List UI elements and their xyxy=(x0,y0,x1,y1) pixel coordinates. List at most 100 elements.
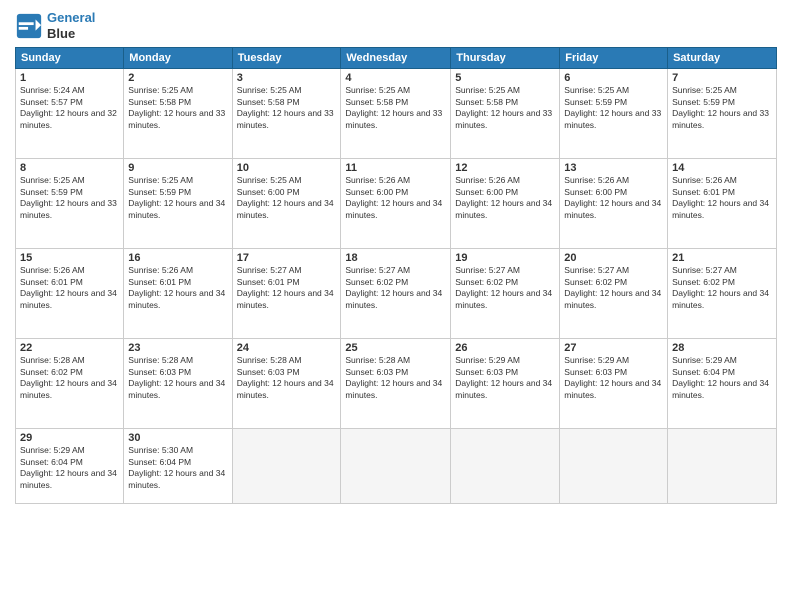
calendar-cell xyxy=(451,429,560,504)
calendar-cell: 16 Sunrise: 5:26 AM Sunset: 6:01 PM Dayl… xyxy=(124,249,232,339)
calendar-cell: 14 Sunrise: 5:26 AM Sunset: 6:01 PM Dayl… xyxy=(668,159,777,249)
col-saturday: Saturday xyxy=(668,48,777,69)
day-number: 18 xyxy=(345,252,446,264)
calendar-cell: 29 Sunrise: 5:29 AM Sunset: 6:04 PM Dayl… xyxy=(16,429,124,504)
col-tuesday: Tuesday xyxy=(232,48,341,69)
day-info: Sunrise: 5:24 AM Sunset: 5:57 PM Dayligh… xyxy=(20,85,119,131)
day-number: 14 xyxy=(672,162,772,174)
day-number: 16 xyxy=(128,252,227,264)
header-row: General Blue xyxy=(15,10,777,41)
calendar-cell: 26 Sunrise: 5:29 AM Sunset: 6:03 PM Dayl… xyxy=(451,339,560,429)
day-number: 13 xyxy=(564,162,663,174)
calendar-cell: 10 Sunrise: 5:25 AM Sunset: 6:00 PM Dayl… xyxy=(232,159,341,249)
calendar-cell: 6 Sunrise: 5:25 AM Sunset: 5:59 PM Dayli… xyxy=(560,69,668,159)
calendar-cell: 24 Sunrise: 5:28 AM Sunset: 6:03 PM Dayl… xyxy=(232,339,341,429)
day-info: Sunrise: 5:26 AM Sunset: 6:01 PM Dayligh… xyxy=(128,265,227,311)
day-info: Sunrise: 5:27 AM Sunset: 6:02 PM Dayligh… xyxy=(672,265,772,311)
day-number: 10 xyxy=(237,162,337,174)
calendar-cell: 19 Sunrise: 5:27 AM Sunset: 6:02 PM Dayl… xyxy=(451,249,560,339)
calendar-cell: 5 Sunrise: 5:25 AM Sunset: 5:58 PM Dayli… xyxy=(451,69,560,159)
calendar-cell xyxy=(341,429,451,504)
col-friday: Friday xyxy=(560,48,668,69)
calendar-cell xyxy=(232,429,341,504)
day-info: Sunrise: 5:28 AM Sunset: 6:02 PM Dayligh… xyxy=(20,355,119,401)
day-number: 21 xyxy=(672,252,772,264)
calendar-table: Sunday Monday Tuesday Wednesday Thursday… xyxy=(15,47,777,504)
day-number: 30 xyxy=(128,432,227,444)
day-info: Sunrise: 5:27 AM Sunset: 6:02 PM Dayligh… xyxy=(455,265,555,311)
col-wednesday: Wednesday xyxy=(341,48,451,69)
calendar-cell: 12 Sunrise: 5:26 AM Sunset: 6:00 PM Dayl… xyxy=(451,159,560,249)
calendar-cell: 4 Sunrise: 5:25 AM Sunset: 5:58 PM Dayli… xyxy=(341,69,451,159)
day-info: Sunrise: 5:25 AM Sunset: 5:58 PM Dayligh… xyxy=(128,85,227,131)
day-number: 20 xyxy=(564,252,663,264)
calendar-cell: 30 Sunrise: 5:30 AM Sunset: 6:04 PM Dayl… xyxy=(124,429,232,504)
day-info: Sunrise: 5:25 AM Sunset: 5:58 PM Dayligh… xyxy=(345,85,446,131)
day-info: Sunrise: 5:28 AM Sunset: 6:03 PM Dayligh… xyxy=(345,355,446,401)
day-number: 15 xyxy=(20,252,119,264)
week-row: 15 Sunrise: 5:26 AM Sunset: 6:01 PM Dayl… xyxy=(16,249,777,339)
day-info: Sunrise: 5:25 AM Sunset: 5:59 PM Dayligh… xyxy=(672,85,772,131)
day-number: 25 xyxy=(345,342,446,354)
day-number: 11 xyxy=(345,162,446,174)
calendar-cell: 17 Sunrise: 5:27 AM Sunset: 6:01 PM Dayl… xyxy=(232,249,341,339)
calendar-cell: 1 Sunrise: 5:24 AM Sunset: 5:57 PM Dayli… xyxy=(16,69,124,159)
day-number: 17 xyxy=(237,252,337,264)
day-info: Sunrise: 5:26 AM Sunset: 6:00 PM Dayligh… xyxy=(345,175,446,221)
calendar-cell: 2 Sunrise: 5:25 AM Sunset: 5:58 PM Dayli… xyxy=(124,69,232,159)
calendar-cell: 13 Sunrise: 5:26 AM Sunset: 6:00 PM Dayl… xyxy=(560,159,668,249)
day-info: Sunrise: 5:25 AM Sunset: 5:59 PM Dayligh… xyxy=(128,175,227,221)
day-info: Sunrise: 5:29 AM Sunset: 6:04 PM Dayligh… xyxy=(672,355,772,401)
day-number: 3 xyxy=(237,72,337,84)
day-number: 2 xyxy=(128,72,227,84)
day-number: 1 xyxy=(20,72,119,84)
logo-text: General Blue xyxy=(47,10,95,41)
day-info: Sunrise: 5:25 AM Sunset: 5:58 PM Dayligh… xyxy=(237,85,337,131)
day-info: Sunrise: 5:29 AM Sunset: 6:03 PM Dayligh… xyxy=(564,355,663,401)
col-sunday: Sunday xyxy=(16,48,124,69)
logo-icon xyxy=(15,12,43,40)
col-thursday: Thursday xyxy=(451,48,560,69)
day-number: 5 xyxy=(455,72,555,84)
calendar-cell xyxy=(560,429,668,504)
calendar-cell: 9 Sunrise: 5:25 AM Sunset: 5:59 PM Dayli… xyxy=(124,159,232,249)
day-number: 27 xyxy=(564,342,663,354)
day-number: 29 xyxy=(20,432,119,444)
day-number: 7 xyxy=(672,72,772,84)
calendar-cell: 20 Sunrise: 5:27 AM Sunset: 6:02 PM Dayl… xyxy=(560,249,668,339)
calendar-cell: 25 Sunrise: 5:28 AM Sunset: 6:03 PM Dayl… xyxy=(341,339,451,429)
day-number: 8 xyxy=(20,162,119,174)
week-row: 1 Sunrise: 5:24 AM Sunset: 5:57 PM Dayli… xyxy=(16,69,777,159)
day-number: 23 xyxy=(128,342,227,354)
day-number: 4 xyxy=(345,72,446,84)
calendar-cell: 11 Sunrise: 5:26 AM Sunset: 6:00 PM Dayl… xyxy=(341,159,451,249)
week-row: 8 Sunrise: 5:25 AM Sunset: 5:59 PM Dayli… xyxy=(16,159,777,249)
logo: General Blue xyxy=(15,10,95,41)
calendar-cell: 27 Sunrise: 5:29 AM Sunset: 6:03 PM Dayl… xyxy=(560,339,668,429)
day-info: Sunrise: 5:29 AM Sunset: 6:04 PM Dayligh… xyxy=(20,445,119,491)
calendar-cell: 23 Sunrise: 5:28 AM Sunset: 6:03 PM Dayl… xyxy=(124,339,232,429)
calendar-cell: 21 Sunrise: 5:27 AM Sunset: 6:02 PM Dayl… xyxy=(668,249,777,339)
day-info: Sunrise: 5:26 AM Sunset: 6:00 PM Dayligh… xyxy=(564,175,663,221)
day-number: 26 xyxy=(455,342,555,354)
day-info: Sunrise: 5:27 AM Sunset: 6:02 PM Dayligh… xyxy=(345,265,446,311)
calendar-cell xyxy=(668,429,777,504)
day-info: Sunrise: 5:25 AM Sunset: 5:59 PM Dayligh… xyxy=(20,175,119,221)
day-number: 19 xyxy=(455,252,555,264)
day-info: Sunrise: 5:28 AM Sunset: 6:03 PM Dayligh… xyxy=(237,355,337,401)
day-info: Sunrise: 5:26 AM Sunset: 6:01 PM Dayligh… xyxy=(672,175,772,221)
day-info: Sunrise: 5:28 AM Sunset: 6:03 PM Dayligh… xyxy=(128,355,227,401)
day-info: Sunrise: 5:27 AM Sunset: 6:02 PM Dayligh… xyxy=(564,265,663,311)
day-info: Sunrise: 5:25 AM Sunset: 6:00 PM Dayligh… xyxy=(237,175,337,221)
day-info: Sunrise: 5:29 AM Sunset: 6:03 PM Dayligh… xyxy=(455,355,555,401)
calendar-header-row: Sunday Monday Tuesday Wednesday Thursday… xyxy=(16,48,777,69)
col-monday: Monday xyxy=(124,48,232,69)
calendar-cell: 22 Sunrise: 5:28 AM Sunset: 6:02 PM Dayl… xyxy=(16,339,124,429)
page: General Blue Sunday Monday Tuesday Wedne… xyxy=(0,0,792,612)
calendar-cell: 8 Sunrise: 5:25 AM Sunset: 5:59 PM Dayli… xyxy=(16,159,124,249)
day-info: Sunrise: 5:26 AM Sunset: 6:00 PM Dayligh… xyxy=(455,175,555,221)
day-number: 28 xyxy=(672,342,772,354)
day-info: Sunrise: 5:25 AM Sunset: 5:59 PM Dayligh… xyxy=(564,85,663,131)
calendar-cell: 7 Sunrise: 5:25 AM Sunset: 5:59 PM Dayli… xyxy=(668,69,777,159)
week-row: 22 Sunrise: 5:28 AM Sunset: 6:02 PM Dayl… xyxy=(16,339,777,429)
